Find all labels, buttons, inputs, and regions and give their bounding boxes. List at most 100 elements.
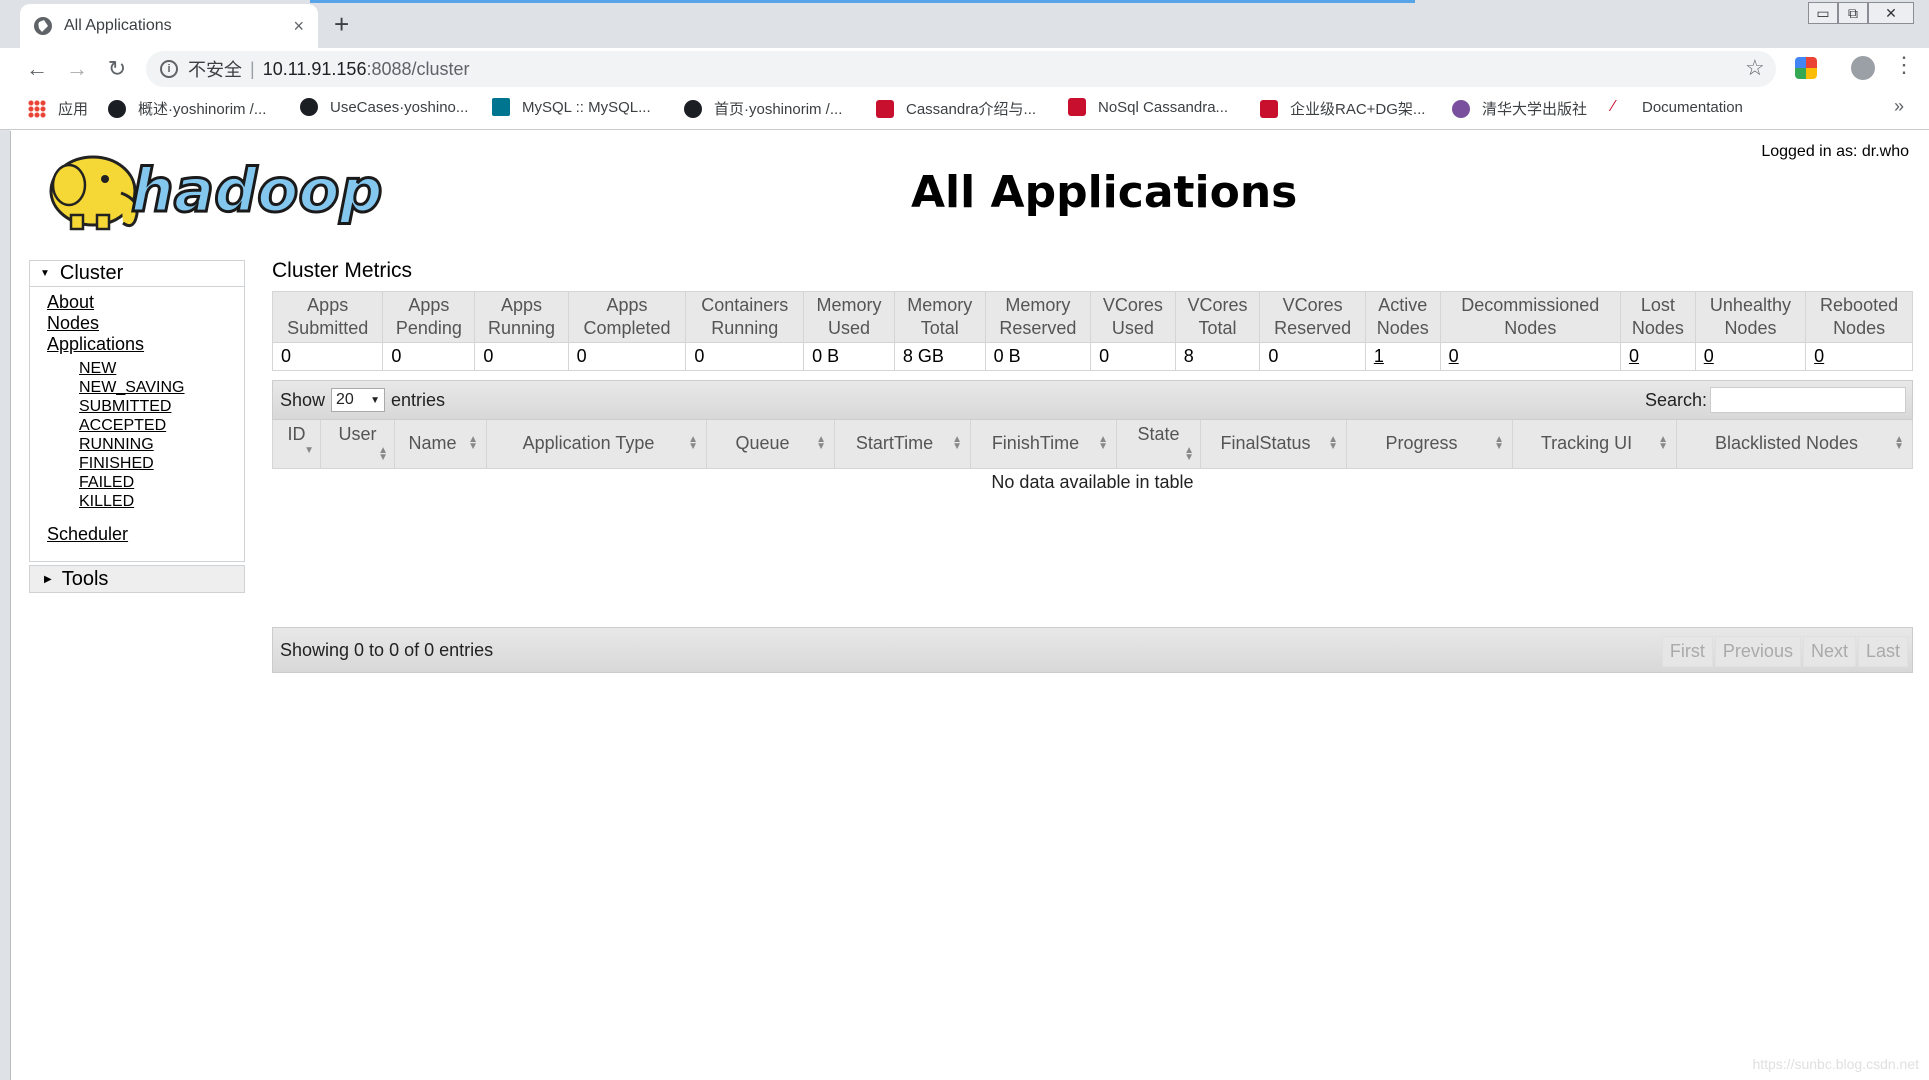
nav-state-new-saving-link[interactable]: NEW_SAVING <box>79 379 185 397</box>
last-page-button[interactable]: Last <box>1857 636 1908 667</box>
new-tab-button[interactable]: + <box>334 10 349 38</box>
nav-state-submitted-link[interactable]: SUBMITTED <box>79 398 171 416</box>
nav-state-new-link[interactable]: NEW <box>79 360 116 378</box>
next-page-button[interactable]: Next <box>1802 636 1856 667</box>
cluster-section-header[interactable]: ▼ Cluster <box>30 261 244 287</box>
metric-header: Rebooted Nodes <box>1805 291 1913 343</box>
forward-arrow-icon[interactable]: → <box>60 52 94 86</box>
pagination: First Previous Next Last <box>1660 636 1908 667</box>
bookmark-label: 企业级RAC+DG架... <box>1290 101 1426 118</box>
metric-header-line: Nodes <box>1376 318 1429 338</box>
back-arrow-icon[interactable]: ← <box>20 52 54 86</box>
bookmark-tsinghua[interactable]: 清华大学出版社 <box>1452 98 1587 119</box>
metric-header-line: Decommissioned <box>1461 295 1600 315</box>
bookmark-documentation[interactable]: ⁄ Documentation <box>1612 98 1743 116</box>
nav-applications-link[interactable]: Applications <box>47 334 144 355</box>
metric-value-link[interactable]: 0 <box>1449 346 1459 366</box>
column-header-name[interactable]: Name ▲ ▼ <box>394 420 487 469</box>
bookmark-label: Documentation <box>1642 98 1743 116</box>
bookmark-label: 概述·yoshinorim /... <box>138 101 267 118</box>
column-header-blacklisted-nodes[interactable]: Blacklisted Nodes ▲ ▼ <box>1676 420 1913 469</box>
metric-value-cell: 0 <box>1259 342 1366 371</box>
browser-menu-icon[interactable]: ⋮ <box>1893 52 1915 78</box>
bookmark-apps[interactable]: 应用 <box>28 98 88 119</box>
metric-value-link[interactable]: 0 <box>1704 346 1714 366</box>
search-input[interactable] <box>1710 387 1906 413</box>
column-header-progress[interactable]: Progress ▲ ▼ <box>1346 420 1513 469</box>
profile-avatar[interactable] <box>1851 56 1875 80</box>
window-close-button[interactable]: ✕ <box>1868 2 1914 24</box>
metric-header-line: VCores <box>1282 295 1343 315</box>
column-header-finishtime[interactable]: FinishTime ▲ ▼ <box>970 420 1117 469</box>
bookmark-star-icon[interactable]: ☆ <box>1745 55 1765 81</box>
nav-state-running-link[interactable]: RUNNING <box>79 436 154 454</box>
bookmark-github-overview[interactable]: 概述·yoshinorim /... <box>108 98 266 119</box>
bookmark-mysql[interactable]: MySQL :: MySQL... <box>492 98 651 116</box>
column-header-state[interactable]: State ▲ ▼ <box>1116 420 1201 469</box>
metric-header-line: Reserved <box>999 318 1077 338</box>
nav-state-killed-link[interactable]: KILLED <box>79 493 134 511</box>
column-header-id[interactable]: ID ▼ <box>272 420 321 469</box>
metric-value-link[interactable]: 1 <box>1374 346 1384 366</box>
sort-both-icon: ▲ ▼ <box>952 434 962 452</box>
metric-header-line: Nodes <box>1833 318 1886 338</box>
bookmark-cassandra-intro[interactable]: Cassandra介绍与... <box>876 98 1036 119</box>
page-title: All Applications <box>911 167 1298 218</box>
nav-scheduler-link[interactable]: Scheduler <box>47 524 128 545</box>
bookmarks-more-icon[interactable]: » <box>1894 96 1904 117</box>
first-page-button[interactable]: First <box>1661 636 1713 667</box>
info-icon[interactable]: i <box>160 60 178 78</box>
nav-about-link[interactable]: About <box>47 292 94 313</box>
column-header-application-type[interactable]: Application Type ▲ ▼ <box>486 420 707 469</box>
cluster-metrics-title: Cluster Metrics <box>272 259 413 282</box>
metric-header-line: Running <box>711 318 779 338</box>
page-size-select[interactable]: 20 ▼ <box>331 388 386 412</box>
nav-state-finished-link[interactable]: FINISHED <box>79 455 154 473</box>
metric-header-line: Apps <box>606 295 648 315</box>
nav-state-accepted-link[interactable]: ACCEPTED <box>79 417 166 435</box>
csdn-icon <box>876 99 894 118</box>
address-bar[interactable]: i 不安全 | 10.11.91.156 :8088/cluster <box>146 51 1776 87</box>
extension-icon[interactable] <box>1795 57 1817 79</box>
table-info-text: Showing 0 to 0 of 0 entries <box>280 639 494 660</box>
previous-page-button[interactable]: Previous <box>1714 636 1801 667</box>
metric-header-line: Used <box>1111 318 1154 338</box>
reload-icon[interactable]: ↻ <box>100 52 134 86</box>
metric-header-line: Apps <box>408 295 450 315</box>
entries-label: entries <box>391 389 446 410</box>
metric-header: Memory Reserved <box>984 291 1092 343</box>
bookmark-nosql-cassandra[interactable]: NoSql Cassandra... <box>1068 98 1228 116</box>
column-header-tracking-ui[interactable]: Tracking UI ▲ ▼ <box>1512 420 1677 469</box>
metric-header-line: Memory <box>1005 295 1071 315</box>
bookmark-github-usecases[interactable]: UseCases·yoshino... <box>300 98 468 116</box>
minimize-button[interactable]: ▭ <box>1808 2 1838 24</box>
metric-value-link[interactable]: 0 <box>1814 346 1824 366</box>
nav-state-failed-link[interactable]: FAILED <box>79 474 134 492</box>
bookmark-label: 应用 <box>58 101 89 118</box>
bookmark-rac-dg[interactable]: 企业级RAC+DG架... <box>1260 98 1425 119</box>
sort-both-icon: ▲ ▼ <box>1098 434 1108 452</box>
tab-close-button[interactable]: × <box>293 16 304 37</box>
sort-both-icon: ▲ ▼ <box>378 445 388 463</box>
metric-value-cell: 8 GB <box>893 342 986 371</box>
tools-section-header[interactable]: ▶ Tools <box>29 565 245 593</box>
applications-table: ID ▼ User ▲ ▼ Name ▲ ▼ Application Type ▲ ▼ Que… <box>272 420 1913 496</box>
github-icon <box>108 99 126 118</box>
metric-value-cell: 0 <box>567 342 687 371</box>
hadoop-logo[interactable]: hadoop <box>31 141 411 241</box>
column-header-finalstatus[interactable]: FinalStatus ▲ ▼ <box>1200 420 1347 469</box>
column-header-queue[interactable]: Queue ▲ ▼ <box>706 420 835 469</box>
column-label: Queue <box>735 433 790 454</box>
metric-header: Active Nodes <box>1364 291 1441 343</box>
metric-header-line: Reserved <box>1274 318 1352 338</box>
column-header-user[interactable]: User ▲ ▼ <box>320 420 395 469</box>
column-header-starttime[interactable]: StartTime ▲ ▼ <box>834 420 971 469</box>
metric-value-link[interactable]: 0 <box>1629 346 1639 366</box>
sort-both-icon: ▲ ▼ <box>816 434 826 452</box>
bookmark-github-home[interactable]: 首页·yoshinorim /... <box>684 98 842 119</box>
table-length-toolbar: Show 20 ▼ entries Search: <box>272 380 1913 420</box>
metric-value-cell: 0 <box>1805 342 1913 371</box>
nav-nodes-link[interactable]: Nodes <box>47 313 99 334</box>
restore-button[interactable]: ⧉ <box>1838 2 1868 24</box>
browser-tab[interactable]: All Applications × <box>20 4 318 48</box>
